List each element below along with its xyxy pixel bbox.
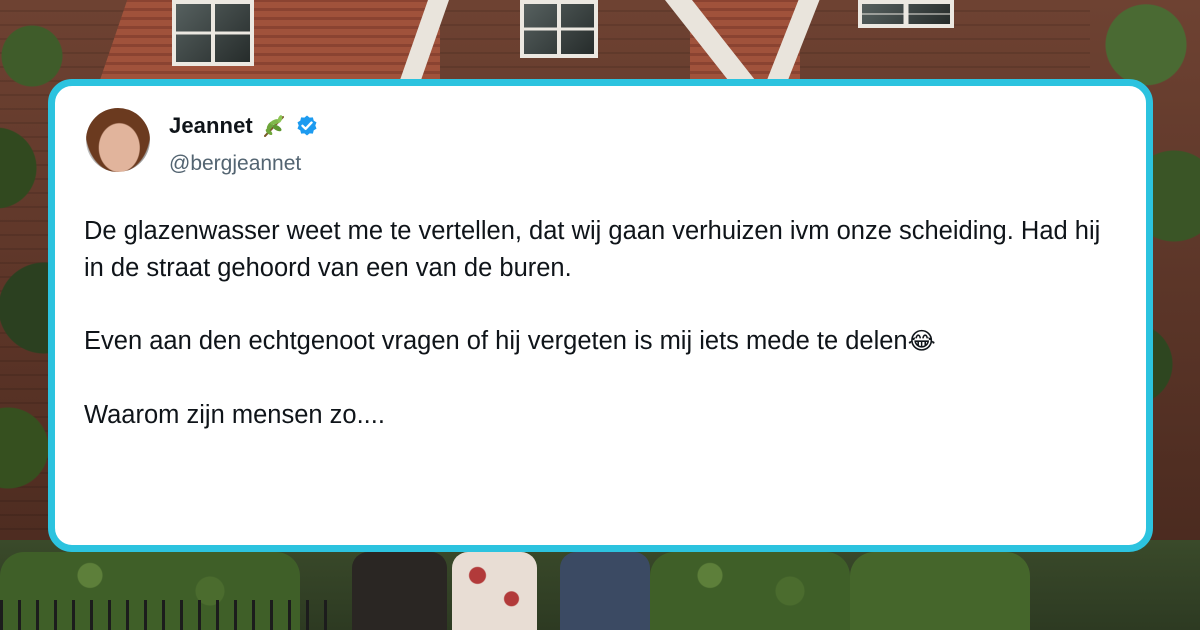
person-silhouette — [452, 552, 537, 630]
laughing-crying-emoji-icon: 😂 — [907, 327, 936, 355]
tweet-paragraph: Waarom zijn mensen zo.... — [84, 400, 385, 429]
tweet-paragraph: De glazenwasser weet me te vertellen, da… — [84, 217, 1101, 282]
tweet-card: Jeannet @bergjeannet De glazenwasser wee… — [48, 79, 1153, 552]
tweet-paragraph-text: Even aan den echtgenoot vragen of hij ve… — [84, 326, 908, 355]
avatar[interactable] — [86, 108, 150, 172]
house-window — [172, 0, 254, 66]
tiled-roof — [100, 0, 440, 80]
verified-badge-icon — [295, 114, 319, 138]
person-silhouette — [352, 552, 447, 630]
house-window — [520, 0, 598, 58]
iron-fence — [0, 600, 330, 630]
garden-hedge — [650, 552, 850, 630]
tweet-text: De glazenwasser weet me te vertellen, da… — [84, 213, 1124, 433]
house-window — [858, 0, 954, 28]
author-handle[interactable]: @bergjeannet — [169, 152, 301, 176]
garden-hedge — [850, 552, 1030, 630]
author-display-name[interactable]: Jeannet — [169, 113, 253, 139]
person-silhouette — [560, 552, 650, 630]
tweet-paragraph: Even aan den echtgenoot vragen of hij ve… — [84, 323, 1124, 361]
author-name-row: Jeannet — [169, 113, 319, 139]
herb-sprig-icon — [261, 113, 287, 139]
